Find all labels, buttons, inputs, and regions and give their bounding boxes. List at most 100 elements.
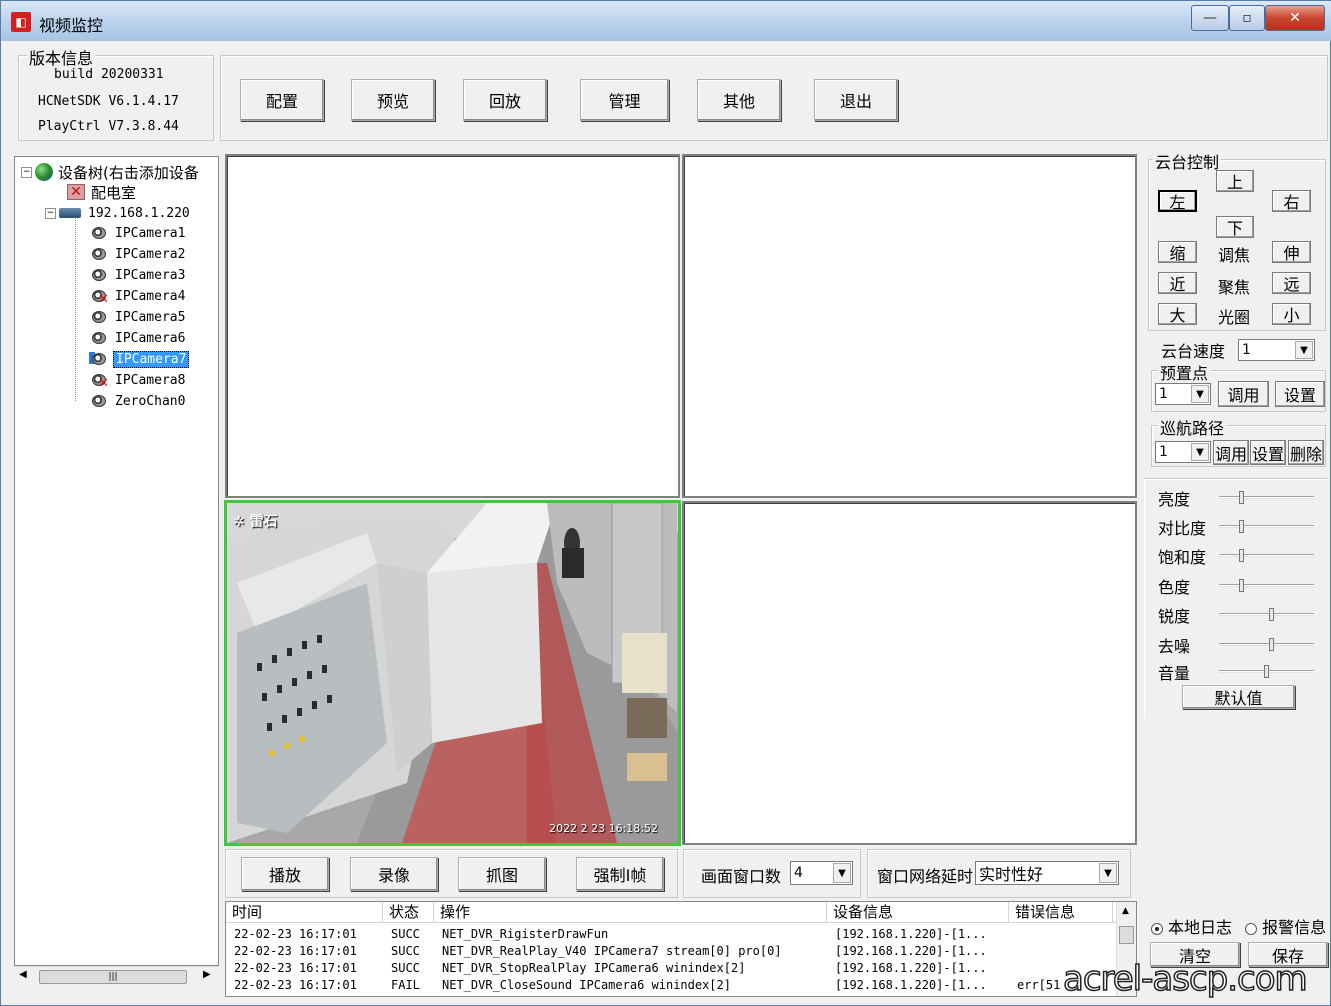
tree-room[interactable]: ✕ 配电室 — [67, 182, 136, 202]
log-list[interactable]: 时间 状态 操作 设备信息 错误信息 22-02-23 16:17:01 SUCC… — [225, 901, 1137, 997]
ptz-down-button[interactable]: 下 — [1216, 216, 1254, 238]
cruise-delete-button[interactable]: 删除 — [1288, 440, 1324, 465]
sharpness-slider-thumb[interactable] — [1269, 608, 1274, 621]
exit-button[interactable]: 退出 — [814, 79, 898, 121]
osd-logo-text: 雷石 — [249, 514, 278, 530]
cruise-call-button[interactable]: 调用 — [1213, 440, 1249, 465]
preset-set-button[interactable]: 设置 — [1275, 381, 1325, 407]
preset-select[interactable]: 1 ▼ — [1155, 383, 1211, 405]
ptz-right-button[interactable]: 右 — [1272, 190, 1311, 212]
ptz-left-button[interactable]: 左 — [1158, 190, 1197, 212]
video-window-1[interactable] — [225, 154, 680, 498]
scroll-thumb[interactable]: ||| — [39, 970, 187, 984]
volume-slider-thumb[interactable] — [1264, 665, 1269, 678]
log-row[interactable]: 22-02-23 16:17:01 SUCC NET_DVR_RigisterDra… — [226, 926, 1116, 943]
local-log-radio[interactable]: 本地日志 — [1151, 918, 1232, 937]
play-button[interactable]: 播放 — [241, 857, 329, 891]
focus-near-button[interactable]: 近 — [1158, 272, 1197, 294]
chevron-down-icon[interactable]: ▼ — [833, 863, 851, 883]
contrast-slider[interactable] — [1219, 520, 1314, 533]
saturation-slider[interactable] — [1219, 549, 1314, 562]
denoise-slider-thumb[interactable] — [1269, 638, 1274, 651]
force-iframe-button[interactable]: 强制I帧 — [576, 857, 664, 891]
collapse-icon[interactable]: − — [45, 207, 56, 219]
brightness-slider-thumb[interactable] — [1239, 491, 1244, 504]
tree-device[interactable]: − 192.168.1.220 — [45, 203, 192, 223]
collapse-icon[interactable]: − — [21, 166, 32, 178]
chevron-down-icon[interactable]: ▼ — [1191, 385, 1209, 403]
device-tree[interactable]: − 设备树(右击添加设备 ✕ 配电室 − 192.168.1.220 IPCam… — [14, 156, 219, 966]
volume-slider[interactable] — [1219, 665, 1314, 678]
preset-call-button[interactable]: 调用 — [1218, 381, 1269, 407]
close-button[interactable]: ✕ — [1265, 5, 1325, 31]
room-offline-icon: ✕ — [67, 184, 85, 200]
scroll-thumb[interactable] — [1119, 926, 1134, 944]
chevron-down-icon[interactable]: ▼ — [1295, 341, 1313, 359]
tree-camera-item[interactable]: IPCamera2 — [89, 244, 187, 264]
log-header-operation[interactable]: 操作 — [434, 902, 827, 923]
focus-far-button[interactable]: 远 — [1272, 272, 1311, 294]
tree-camera-item[interactable]: ✕ IPCamera4 — [89, 286, 187, 306]
record-button[interactable]: 录像 — [350, 857, 438, 891]
scroll-left-icon[interactable]: ◀ — [19, 969, 27, 980]
capture-button[interactable]: 抓图 — [458, 857, 546, 891]
saturation-slider-thumb[interactable] — [1239, 549, 1244, 562]
minimize-button[interactable]: — — [1191, 5, 1229, 31]
chevron-down-icon[interactable]: ▼ — [1191, 443, 1209, 461]
scroll-up-icon[interactable]: ▲ — [1122, 906, 1129, 916]
radio-selected-icon — [1151, 922, 1163, 935]
tree-horizontal-scrollbar[interactable]: ◀ ||| ▶ — [15, 966, 219, 986]
hue-slider[interactable] — [1219, 579, 1314, 592]
video-window-4[interactable] — [682, 501, 1137, 845]
tree-camera-item[interactable]: IPCamera7 — [89, 349, 190, 369]
alarm-info-radio[interactable]: 报警信息 — [1245, 918, 1326, 937]
scroll-right-icon[interactable]: ▶ — [203, 969, 211, 980]
log-header-time[interactable]: 时间 — [226, 902, 383, 923]
cruise-select[interactable]: 1 ▼ — [1155, 441, 1211, 463]
zoom-out-button[interactable]: 伸 — [1272, 241, 1311, 263]
ptz-speed-select[interactable]: 1 ▼ — [1238, 339, 1315, 361]
tree-root[interactable]: − 设备树(右击添加设备 — [21, 162, 199, 182]
manage-button[interactable]: 管理 — [580, 79, 669, 121]
tree-camera-item[interactable]: IPCamera6 — [89, 328, 187, 348]
maximize-button[interactable]: ▫ — [1229, 5, 1265, 31]
log-row[interactable]: 22-02-23 16:17:01 SUCC NET_DVR_StopRealPla… — [226, 960, 1116, 977]
tree-camera-item[interactable]: IPCamera1 — [89, 223, 187, 243]
ptz-up-button[interactable]: 上 — [1216, 170, 1254, 192]
log-cell: SUCC — [391, 944, 420, 958]
chevron-down-icon[interactable]: ▼ — [1099, 863, 1117, 883]
tree-camera-label: IPCamera5 — [115, 309, 186, 325]
video-window-3-active[interactable]: ✲ 雷石 2022 2 23 16:18:52 — [224, 500, 681, 846]
latency-label: 窗口网络延时 — [877, 867, 974, 886]
playback-button[interactable]: 回放 — [463, 79, 547, 121]
log-header-status[interactable]: 状态 — [383, 902, 434, 923]
iris-large-button[interactable]: 大 — [1158, 303, 1197, 325]
video-window-2[interactable] — [682, 154, 1137, 498]
sharpness-slider[interactable] — [1219, 608, 1314, 621]
cruise-title: 巡航路径 — [1158, 415, 1227, 439]
cruise-set-button[interactable]: 设置 — [1250, 440, 1286, 465]
window-count-select[interactable]: 4 ▼ — [790, 861, 853, 885]
window-count-value: 4 — [794, 865, 803, 881]
tree-camera-item[interactable]: IPCamera5 — [89, 307, 187, 327]
latency-select[interactable]: 实时性好 ▼ — [975, 861, 1119, 885]
zoom-in-button[interactable]: 缩 — [1158, 241, 1197, 263]
preview-button[interactable]: 预览 — [351, 79, 435, 121]
log-header-device[interactable]: 设备信息 — [827, 902, 1009, 923]
log-header-error[interactable]: 错误信息 — [1009, 902, 1113, 923]
denoise-slider[interactable] — [1219, 638, 1314, 651]
tree-camera-item[interactable]: ZeroChan0 — [89, 391, 187, 411]
contrast-slider-thumb[interactable] — [1239, 520, 1244, 533]
log-cell: 22-02-23 16:17:01 — [234, 961, 357, 975]
log-row[interactable]: 22-02-23 16:17:01 SUCC NET_DVR_RealPlay_V4… — [226, 943, 1116, 960]
other-button[interactable]: 其他 — [697, 79, 781, 121]
brightness-slider[interactable] — [1219, 491, 1314, 504]
config-button[interactable]: 配置 — [240, 79, 324, 121]
tree-camera-item[interactable]: IPCamera3 — [89, 265, 187, 285]
tree-camera-label: IPCamera2 — [115, 246, 186, 262]
tree-camera-item[interactable]: ✕ IPCamera8 — [89, 370, 187, 390]
iris-small-button[interactable]: 小 — [1272, 303, 1311, 325]
log-row[interactable]: 22-02-23 16:17:01 FAIL NET_DVR_CloseSound … — [226, 977, 1116, 994]
default-values-button[interactable]: 默认值 — [1182, 685, 1295, 709]
hue-slider-thumb[interactable] — [1239, 579, 1244, 592]
